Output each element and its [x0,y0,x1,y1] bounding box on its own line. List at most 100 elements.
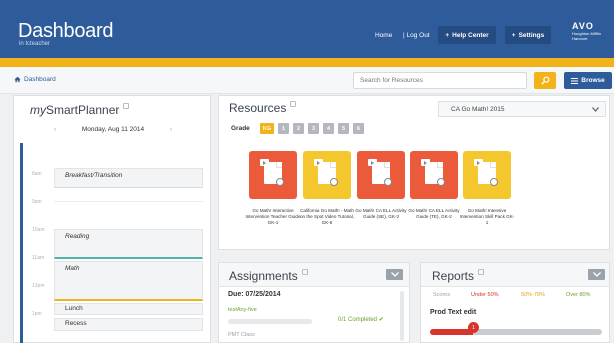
legend-mid: 50%-79% [521,292,545,298]
planner-event[interactable]: Lunch [54,303,203,315]
assignment-status-text: 0/1 Completed [338,317,378,323]
resource-caption[interactable]: Go Math! CA ELL Activity Guide (TE), GK-… [406,208,462,220]
resource-tile[interactable] [357,151,405,199]
help-center-label: Help Center [452,31,489,39]
program-select[interactable]: CA Go Math! 2015 [438,101,606,117]
planner-event[interactable]: Reading [54,229,203,259]
report-item-title[interactable]: Prod Text edit [430,309,476,316]
video-icon [314,159,323,166]
brand-logo: AVO Houghton Mifflin Harcourt [572,22,610,42]
grade-button-2[interactable]: 2 [293,123,304,134]
report-progress-marker[interactable]: 1 [468,322,479,333]
media-badge-icon [330,178,338,186]
chevron-down-icon [390,272,399,277]
reports-panel: Reports Scores Under 50% 50%-79% Over 80… [420,262,610,343]
planner-event[interactable]: Math [54,261,203,301]
reports-title-text: Reports [432,269,475,283]
scrollbar[interactable] [400,291,404,341]
app-subtitle: in tcteacher [19,41,51,47]
video-icon [260,159,269,166]
time-label: 9am [32,199,42,205]
time-label: 1pm [32,311,42,317]
browse-label: Browse [581,77,605,84]
grade-button-1[interactable]: 1 [278,123,289,134]
program-select-value: CA Go Math! 2015 [451,105,505,113]
resource-caption[interactable]: Go Math! Interactive Intervention Teache… [245,208,301,226]
legend-over: Over 80% [566,292,591,298]
chevron-left-icon[interactable]: ‹ [54,126,56,133]
planner-title: mySmartPlanner [30,103,130,117]
check-icon: ✔ [378,317,384,323]
time-label: 11am [32,255,45,261]
search-input[interactable] [353,72,527,89]
chevron-down-icon [592,272,601,277]
assignment-status: 0/1 Completed ✔ [338,316,384,323]
resource-caption[interactable]: Go Math! Intensive Intervention Skill Pa… [459,208,515,226]
resources-title-text: Resources [229,101,287,115]
assignments-title: Assignments [229,269,308,283]
time-label: 8am [32,171,42,177]
video-icon [368,159,377,166]
planner-date: Monday, Aug 11 2014 [81,126,145,133]
grade-label: Grade [231,125,250,132]
brand-text: Houghton Mifflin Harcourt [572,31,601,41]
video-icon [474,159,483,166]
app-header: Dashboard in tcteacher Home | Log Out + … [0,0,614,58]
smartplanner-panel: mySmartPlanner ‹ Monday, Aug 11 2014 › 8… [13,95,211,343]
media-badge-icon [384,178,392,186]
plus-icon: + [445,31,450,39]
planner-date-nav: ‹ Monday, Aug 11 2014 › [54,126,172,133]
resources-title: Resources [229,101,297,115]
report-progress-bar [430,329,602,335]
resource-tile[interactable] [463,151,511,199]
settings-button[interactable]: + Settings [505,26,551,44]
grade-button-kg[interactable]: KG [260,123,274,134]
planner-event[interactable]: Breakfast/Transition [54,168,203,188]
info-icon[interactable] [301,269,308,275]
planner-title-main: SmartPlanner [46,103,120,117]
breadcrumb-label: Dashboard [24,76,56,83]
planner-title-prefix: my [30,103,46,117]
assignments-title-text: Assignments [229,269,298,283]
chevron-down-icon [592,106,599,112]
grade-button-6[interactable]: 6 [353,123,364,134]
resource-tile[interactable] [249,151,297,199]
reports-title: Reports [432,269,485,283]
assignment-progress-bar [228,319,312,324]
slot-divider [54,201,204,202]
collapse-button[interactable] [588,269,605,280]
resource-tile[interactable] [410,151,458,199]
grade-button-3[interactable]: 3 [308,123,319,134]
resource-caption[interactable]: Go Math! CA ELL Activity Guide (SE), GK-… [353,208,409,220]
video-icon [421,159,430,166]
home-link[interactable]: Home [375,32,392,39]
scores-label: Scores [433,292,451,298]
resource-tile[interactable] [303,151,351,199]
home-icon [14,76,21,83]
app-title: Dashboard [18,20,114,42]
browse-button[interactable]: Browse [564,72,612,89]
info-icon[interactable] [478,269,485,275]
media-badge-icon [437,178,445,186]
time-label: 10am [32,227,45,233]
grade-button-4[interactable]: 4 [323,123,334,134]
logout-link[interactable]: | Log Out [403,32,430,39]
time-label: 12pm [32,283,45,289]
breadcrumb[interactable]: Dashboard [14,76,56,83]
collapse-button[interactable] [386,269,403,280]
media-badge-icon [276,178,284,186]
help-center-button[interactable]: + Help Center [438,26,496,44]
info-icon[interactable] [290,101,297,107]
grade-button-5[interactable]: 5 [338,123,349,134]
resource-caption[interactable]: California Go Math! - Math on the Spot V… [299,208,355,226]
info-icon[interactable] [123,103,130,109]
menu-icon [571,77,579,84]
planner-event[interactable]: Recess [54,318,203,331]
timeline-bar [20,143,23,343]
search-button[interactable] [534,72,556,89]
chevron-right-icon[interactable]: › [170,126,172,133]
assignment-name[interactable]: testAny-five [228,307,257,313]
search-icon [540,76,550,85]
assignment-due-date: Due: 07/25/2014 [228,291,281,298]
assignment-class: PMT Class [228,332,255,338]
